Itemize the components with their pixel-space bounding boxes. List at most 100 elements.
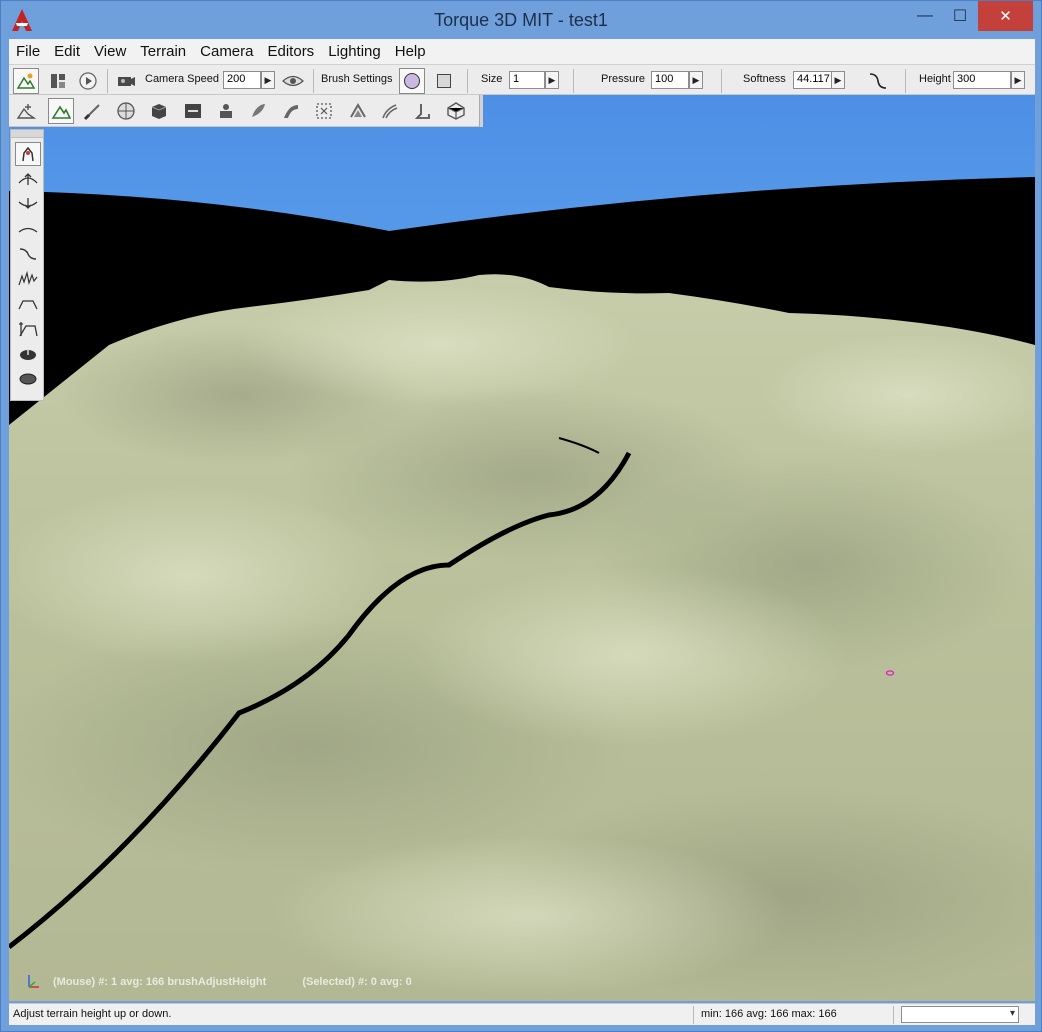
brush-square-button[interactable] <box>431 68 457 94</box>
visibility-button[interactable] <box>280 68 306 94</box>
menu-view[interactable]: View <box>87 43 133 60</box>
softness-field[interactable]: 44.117 <box>793 71 833 89</box>
terrain-painter-button[interactable] <box>80 98 106 124</box>
height-label: Height <box>919 73 951 85</box>
mesh-road-editor-button[interactable] <box>345 98 371 124</box>
size-arrow[interactable]: ▶ <box>545 71 559 89</box>
camera-button[interactable] <box>113 68 139 94</box>
terrain-scene <box>9 95 1035 1001</box>
river-editor-button[interactable] <box>377 98 403 124</box>
smooth-slope-button[interactable] <box>15 242 41 266</box>
grab-terrain-icon <box>22 146 34 162</box>
flatten-button[interactable] <box>15 292 41 316</box>
chevron-down-icon: ▾ <box>1009 1008 1015 1019</box>
material-editor-icon <box>117 102 135 120</box>
terrain-editor-icon <box>51 105 71 119</box>
menu-lighting[interactable]: Lighting <box>321 43 388 60</box>
camera-speed-arrow[interactable]: ▶ <box>261 71 275 89</box>
object-editor-button[interactable] <box>13 98 39 124</box>
selected-brush-info: (Selected) #: 0 avg: 0 <box>302 976 412 988</box>
camera-icon <box>118 77 135 86</box>
datablock-editor-icon <box>185 104 201 118</box>
title-bar[interactable]: Torque 3D MIT - test1 — ☐ ✕ <box>1 1 1041 39</box>
material-editor-button[interactable] <box>113 98 139 124</box>
brush-settings-label: Brush Settings <box>321 73 393 85</box>
decal-editor-button[interactable] <box>311 98 337 124</box>
smooth-button[interactable] <box>15 217 41 241</box>
add-noise-button[interactable] <box>15 267 41 291</box>
height-field[interactable]: 300 <box>953 71 1011 89</box>
set-height-button[interactable] <box>15 317 41 341</box>
minimize-icon: — <box>917 7 933 24</box>
menu-editors[interactable]: Editors <box>261 43 322 60</box>
restore-terrain-icon <box>19 373 37 385</box>
window-title: Torque 3D MIT - test1 <box>434 10 608 30</box>
size-field[interactable]: 1 <box>509 71 545 89</box>
navmesh-editor-button[interactable] <box>443 98 469 124</box>
pressure-arrow[interactable]: ▶ <box>689 71 703 89</box>
softness-label: Softness <box>743 73 786 85</box>
pressure-label: Pressure <box>601 73 646 85</box>
navmesh-editor-icon <box>447 102 465 120</box>
height-arrow[interactable]: ▶ <box>1011 71 1025 89</box>
clear-terrain-button[interactable] <box>15 342 41 366</box>
gui-editor-button[interactable] <box>45 68 71 94</box>
menu-camera[interactable]: Camera <box>193 43 260 60</box>
raise-height-icon <box>18 173 38 185</box>
status-dropdown[interactable]: ▾ <box>901 1006 1019 1023</box>
mesh-road-editor-icon <box>350 103 366 118</box>
size-label: Size <box>481 73 503 85</box>
menu-file[interactable]: File <box>9 43 47 60</box>
scene-viewport[interactable] <box>9 95 1035 1001</box>
raise-height-button[interactable] <box>15 167 41 191</box>
add-noise-icon <box>18 271 38 286</box>
status-message: Adjust terrain height up or down. <box>13 1008 172 1020</box>
app-window: Torque 3D MIT - test1 — ☐ ✕ File Edit Vi… <box>0 0 1042 1032</box>
status-bar: Adjust terrain height up or down. min: 1… <box>9 1003 1035 1025</box>
play-button[interactable] <box>75 68 101 94</box>
softness-curve-button[interactable] <box>865 68 891 94</box>
menu-terrain[interactable]: Terrain <box>133 43 193 60</box>
pressure-field[interactable]: 100 <box>651 71 689 89</box>
terrain-editor-button[interactable] <box>48 98 74 124</box>
object-editor-icon <box>16 104 36 119</box>
palette-drag-handle[interactable] <box>11 130 43 138</box>
forest-editor-button[interactable] <box>245 98 271 124</box>
restore-terrain-button[interactable] <box>15 367 41 391</box>
lower-height-button[interactable] <box>15 192 41 216</box>
menu-help[interactable]: Help <box>388 43 433 60</box>
brush-info-overlay: (Mouse) #: 1 avg: 166 brushAdjustHeight … <box>53 976 412 988</box>
sketch-tool-icon <box>151 104 167 119</box>
datablock-editor-button[interactable] <box>180 98 206 124</box>
sketch-tool-button[interactable] <box>146 98 172 124</box>
particle-editor-icon <box>220 104 232 118</box>
world-editor-button[interactable] <box>13 68 39 94</box>
forest-editor-icon <box>252 104 265 117</box>
height-stats: min: 166 avg: 166 max: 166 <box>701 1008 837 1020</box>
camera-speed-field[interactable]: 200 <box>223 71 261 89</box>
softness-arrow[interactable]: ▶ <box>831 71 845 89</box>
close-icon: ✕ <box>999 8 1012 25</box>
river-editor-icon <box>382 104 398 119</box>
close-button[interactable]: ✕ <box>978 1 1033 31</box>
main-toolbar: Camera Speed 200 ▶ Brush Settings Size 1… <box>9 64 1035 95</box>
lower-height-icon <box>18 198 38 209</box>
maximize-icon: ☐ <box>952 8 968 25</box>
camera-speed-label: Camera Speed <box>145 73 219 85</box>
menu-edit[interactable]: Edit <box>47 43 87 60</box>
softness-curve-icon <box>869 73 887 89</box>
smooth-slope-icon <box>19 248 37 260</box>
particle-editor-button[interactable] <box>213 98 239 124</box>
play-icon <box>79 72 97 90</box>
brush-square-icon <box>437 74 451 88</box>
shape-editor-button[interactable] <box>410 98 436 124</box>
brush-circle-button[interactable] <box>399 68 425 94</box>
minimize-button[interactable]: — <box>905 1 945 31</box>
grab-terrain-button[interactable] <box>15 142 41 166</box>
maximize-button[interactable]: ☐ <box>943 1 977 31</box>
mouse-brush-info: (Mouse) #: 1 avg: 166 brushAdjustHeight <box>53 976 267 988</box>
axis-gizmo-icon <box>23 971 43 996</box>
smooth-icon <box>18 227 38 233</box>
editor-toolbar <box>9 95 483 127</box>
road-editor-button[interactable] <box>278 98 304 124</box>
